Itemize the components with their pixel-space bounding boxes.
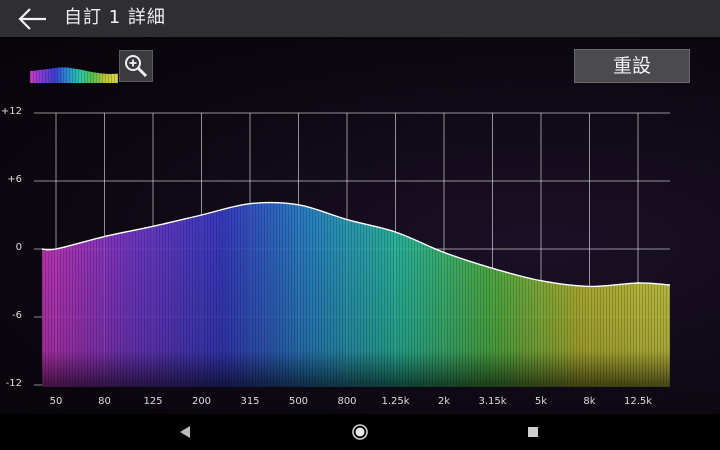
x-tick-label: 315 bbox=[240, 396, 260, 407]
reset-button[interactable]: 重設 bbox=[574, 49, 690, 83]
eq-band-point-125[interactable] bbox=[150, 223, 156, 229]
eq-band-point-3.15k[interactable] bbox=[490, 265, 496, 271]
eq-band-point-200[interactable] bbox=[199, 212, 205, 218]
square-recents-icon[interactable] bbox=[527, 426, 539, 438]
system-nav-bar bbox=[0, 414, 720, 450]
eq-band-point-80[interactable] bbox=[102, 234, 108, 240]
arrow-left-icon bbox=[18, 8, 46, 30]
y-tick-label: +6 bbox=[7, 174, 22, 185]
y-tick-label: +12 bbox=[0, 106, 22, 117]
x-tick-label: 500 bbox=[288, 396, 309, 407]
x-tick-label: 50 bbox=[49, 396, 63, 407]
x-tick-label: 1.25k bbox=[381, 396, 410, 407]
x-tick-label: 3.15k bbox=[478, 396, 507, 407]
curve-overview-thumbnail[interactable] bbox=[30, 59, 118, 83]
equalizer-panel: 重設 +12 +6 0 -6 -12 50 80 125 200 315 500 800 1.25k 2… bbox=[0, 37, 720, 414]
eq-band-point-800[interactable] bbox=[344, 217, 350, 223]
x-tick-label: 8k bbox=[583, 396, 596, 407]
y-tick-label: -12 bbox=[5, 378, 22, 389]
x-tick-label: 12.5k bbox=[623, 396, 653, 407]
equalizer-chart[interactable] bbox=[0, 37, 720, 414]
page-title: 自訂 1 詳細 bbox=[64, 7, 166, 28]
eq-band-point-500[interactable] bbox=[296, 202, 302, 208]
back-button[interactable] bbox=[14, 4, 50, 34]
x-tick-label: 200 bbox=[191, 396, 212, 407]
eq-band-point-1.25k[interactable] bbox=[393, 229, 399, 235]
x-tick-label: 800 bbox=[337, 396, 357, 407]
x-tick-label: 2k bbox=[437, 396, 451, 407]
eq-band-point-8k[interactable] bbox=[587, 283, 593, 289]
eq-band-point-12.5k[interactable] bbox=[635, 280, 641, 286]
thumbnail-texture bbox=[30, 67, 118, 83]
y-tick-label: -6 bbox=[12, 310, 22, 321]
eq-band-point-5k[interactable] bbox=[538, 278, 544, 284]
zoom-in-icon bbox=[125, 55, 148, 78]
eq-band-point-315[interactable] bbox=[247, 201, 253, 207]
y-tick-label: 0 bbox=[15, 242, 22, 253]
eq-band-point-50[interactable] bbox=[53, 246, 59, 252]
eq-band-point-2k[interactable] bbox=[441, 249, 447, 255]
zoom-button[interactable] bbox=[119, 50, 153, 82]
triangle-back-icon[interactable] bbox=[178, 425, 192, 439]
circle-home-icon[interactable] bbox=[351, 423, 369, 441]
x-tick-label: 5k bbox=[534, 396, 548, 407]
app-bar: 自訂 1 詳細 bbox=[0, 0, 720, 37]
x-tick-label: 125 bbox=[143, 396, 163, 407]
x-tick-label: 80 bbox=[98, 396, 111, 407]
